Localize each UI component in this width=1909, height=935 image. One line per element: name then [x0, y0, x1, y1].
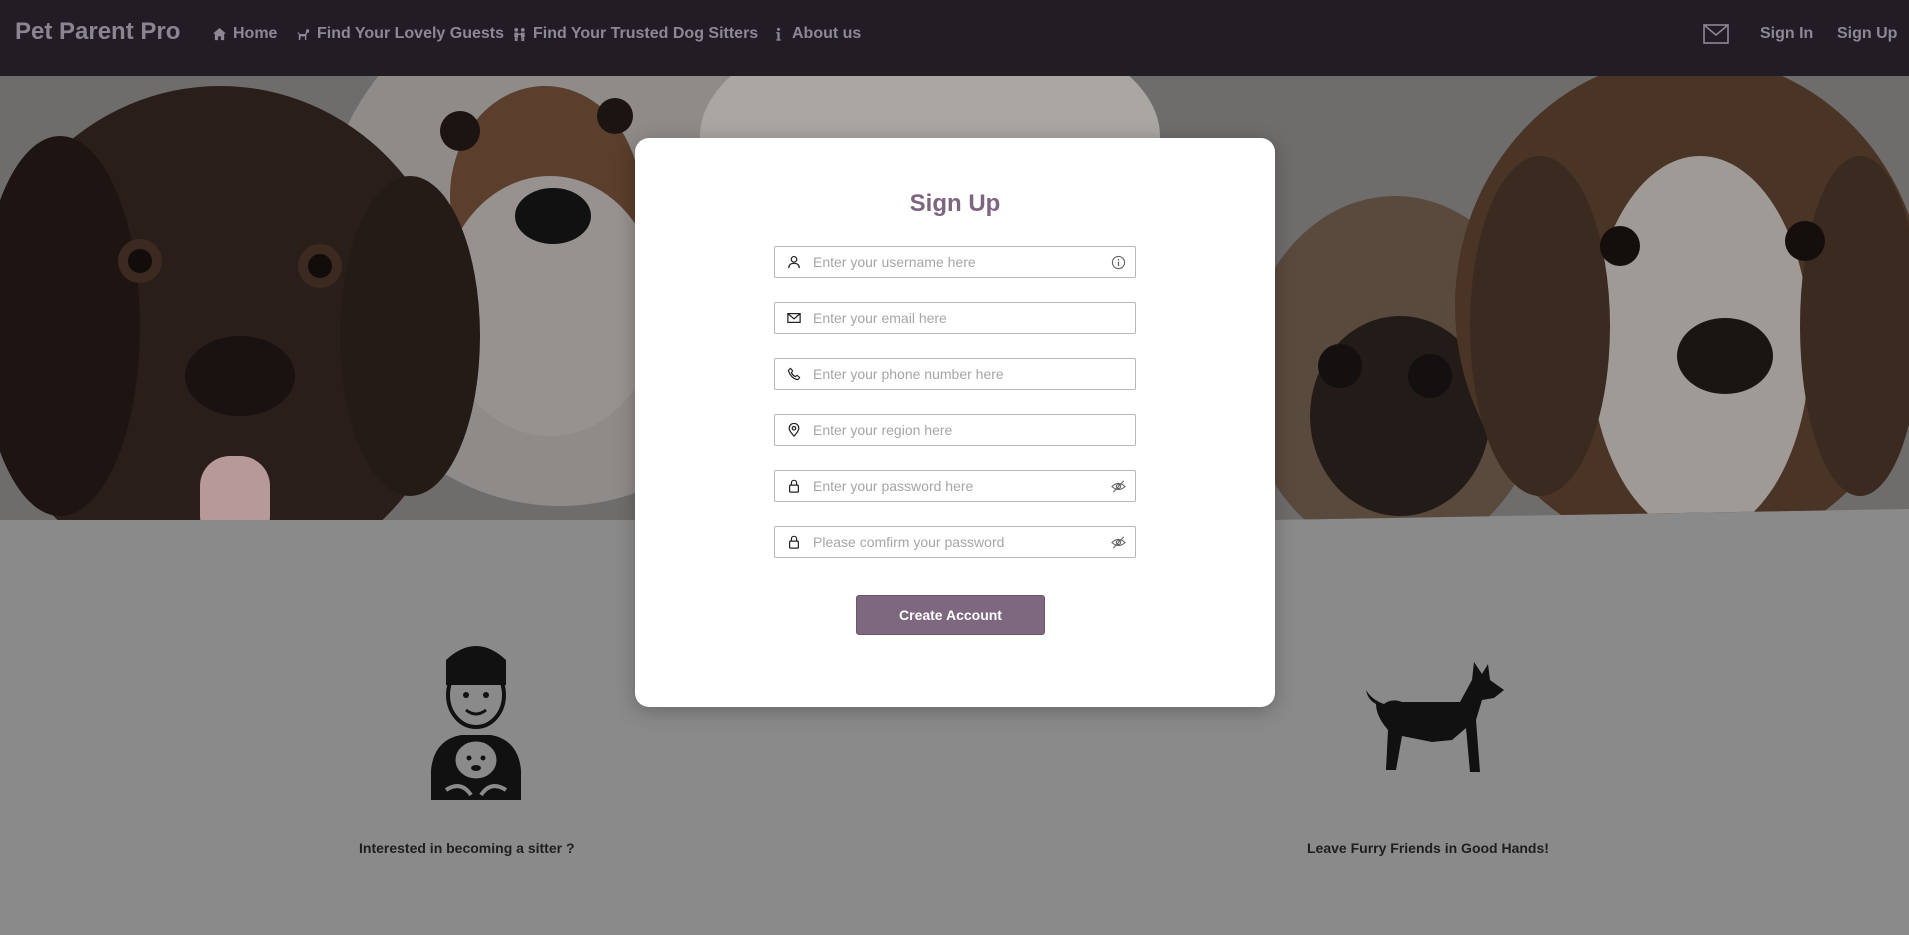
- lock-icon: [789, 479, 799, 493]
- confirm-password-field[interactable]: [774, 526, 1136, 558]
- username-field[interactable]: [774, 246, 1136, 278]
- signup-modal: Sign Up Enter your username here Enter y…: [635, 138, 1275, 707]
- nav-find-sitters-label: Find Your Trusted Dog Sitters: [533, 25, 759, 42]
- brand-logo[interactable]: Pet Parent Pro: [15, 18, 180, 46]
- nav-home-label: Home: [233, 25, 278, 42]
- phone-input[interactable]: [813, 360, 1135, 388]
- sitter-caption[interactable]: Interested in becoming a sitter ?: [359, 840, 575, 856]
- owner-caption[interactable]: Leave Furry Friends in Good Hands!: [1307, 840, 1549, 856]
- email-field[interactable]: [774, 302, 1136, 334]
- top-navbar: Pet Parent Pro Home Find Your Lovely Gue…: [0, 0, 1909, 76]
- eye-slash-icon[interactable]: [1110, 479, 1126, 494]
- sitter-holding-puppy-icon: [431, 646, 521, 800]
- eye-slash-icon[interactable]: [1110, 535, 1126, 550]
- password-input[interactable]: [813, 472, 1101, 500]
- sign-in-link[interactable]: Sign In: [1760, 25, 1813, 43]
- lock-icon: [789, 535, 799, 549]
- info-icon: [776, 27, 781, 41]
- password-field[interactable]: [774, 470, 1136, 502]
- region-input[interactable]: [813, 416, 1135, 444]
- info-circle-icon[interactable]: [1111, 255, 1126, 270]
- people-icon: [514, 27, 525, 41]
- username-input[interactable]: [813, 248, 1101, 276]
- phone-field[interactable]: [774, 358, 1136, 390]
- modal-title: Sign Up: [909, 190, 1001, 217]
- mail-icon[interactable]: [1703, 24, 1729, 44]
- nav-find-sitters[interactable]: Find Your Trusted Dog Sitters: [512, 25, 758, 43]
- dog-icon: [297, 28, 310, 40]
- nav-about-label: About us: [792, 25, 862, 42]
- envelope-icon: [787, 313, 801, 323]
- user-icon: [788, 255, 800, 269]
- dog-silhouette-icon: [1366, 662, 1504, 772]
- email-input[interactable]: [813, 304, 1135, 332]
- region-field[interactable]: [774, 414, 1136, 446]
- phone-icon: [787, 367, 801, 381]
- sign-up-link[interactable]: Sign Up: [1837, 25, 1897, 43]
- nav-home[interactable]: Home: [212, 25, 277, 43]
- nav-find-guests-label: Find Your Lovely Guests: [317, 25, 504, 42]
- location-pin-icon: [788, 423, 800, 437]
- nav-about[interactable]: About us: [771, 25, 861, 43]
- confirm-password-input[interactable]: [813, 528, 1101, 556]
- home-icon: [212, 27, 227, 40]
- nav-find-guests[interactable]: Find Your Lovely Guests: [296, 25, 504, 43]
- create-account-button[interactable]: Create Account: [856, 595, 1045, 635]
